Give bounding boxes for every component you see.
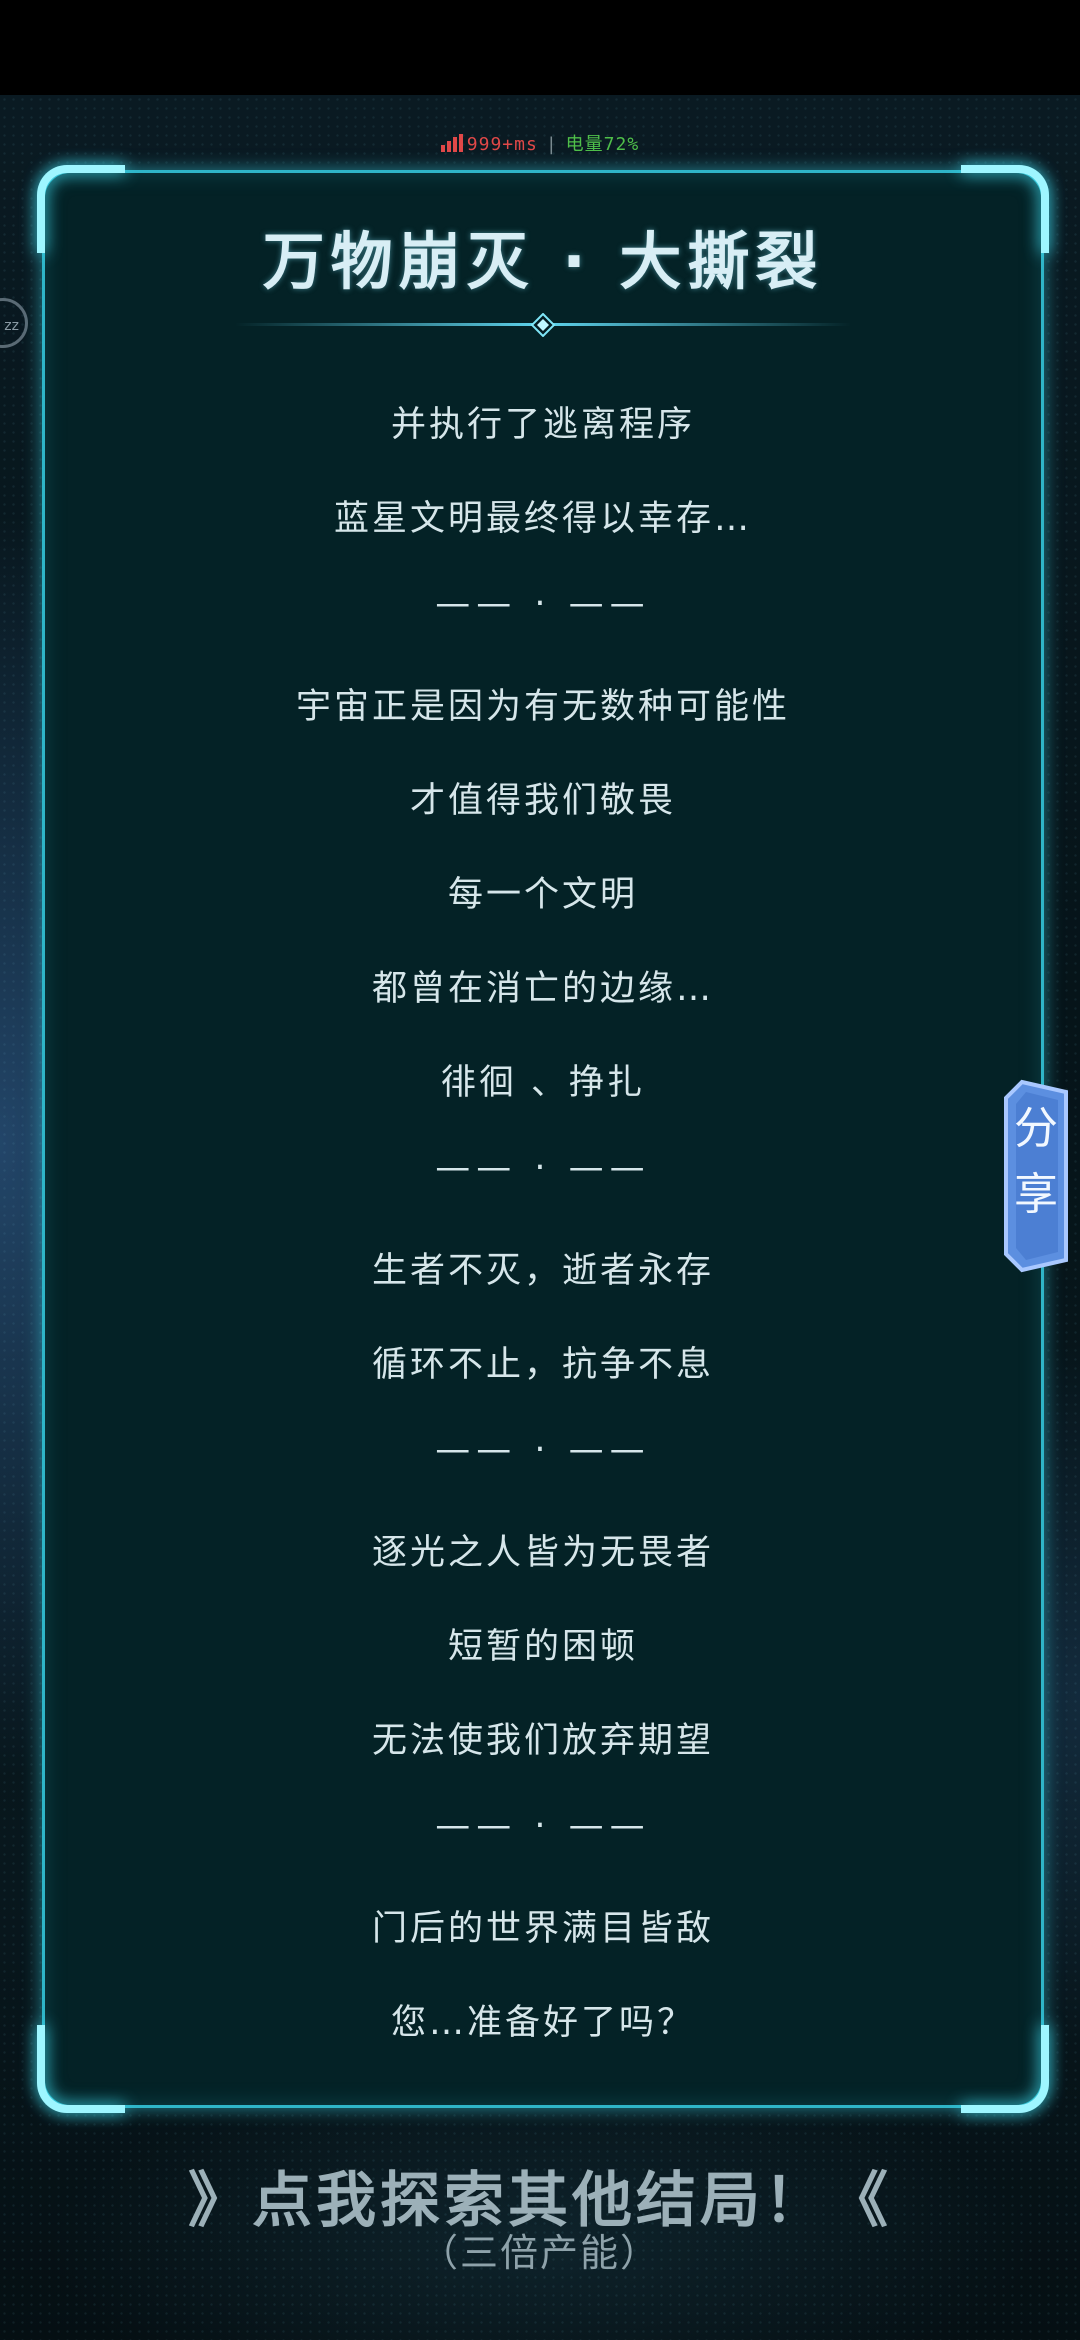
battery-value: 电量72%: [565, 134, 640, 155]
ending-line: 徘徊 、挣扎: [440, 1063, 646, 1103]
ending-line: 才值得我们敬畏: [409, 781, 676, 821]
ending-line: 短暂的困顿: [447, 1627, 638, 1667]
share-label-char: 分: [1014, 1103, 1058, 1154]
ending-line: 逐光之人皆为无畏者: [371, 1533, 714, 1573]
signal-icon: [440, 134, 463, 152]
ending-line: 无法使我们放弃期望: [371, 1721, 714, 1761]
ping-value: 999+ms: [466, 134, 538, 155]
ending-line: 您…准备好了吗？: [390, 2003, 695, 2043]
ending-divider: —— · ——: [435, 1430, 651, 1470]
ending-divider: —— · ——: [435, 1806, 651, 1846]
floating-assist-label: zz: [4, 318, 19, 334]
ending-line: 并执行了逃离程序: [390, 405, 695, 445]
share-label: 分 享: [1000, 1096, 1072, 1228]
ending-line: 门后的世界满目皆敌: [371, 1909, 714, 1949]
ending-divider: —— · ——: [435, 1148, 651, 1188]
share-button[interactable]: 分 享: [1000, 1078, 1072, 1274]
status-separator: |: [545, 134, 558, 155]
ending-line: 蓝星文明最终得以幸存…: [333, 499, 752, 539]
ending-text-block: 并执行了逃离程序 蓝星文明最终得以幸存… —— · —— 宇宙正是因为有无数种可…: [45, 173, 1041, 2105]
explore-subtitle: （三倍产能）: [419, 2231, 660, 2275]
game-screen: 999+ms | 电量72% zz 万物崩灭 · 大撕裂 并执行了逃离程序 蓝星文明…: [0, 0, 1080, 2340]
share-label-char: 享: [1014, 1169, 1058, 1220]
top-black-bar: [0, 0, 1080, 95]
ending-line: 生者不灭，逝者永存: [371, 1251, 714, 1291]
ending-line: 宇宙正是因为有无数种可能性: [295, 687, 790, 727]
ending-line: 都曾在消亡的边缘…: [371, 969, 714, 1009]
ending-panel: 万物崩灭 · 大撕裂 并执行了逃离程序 蓝星文明最终得以幸存… —— · —— …: [37, 165, 1049, 2113]
network-battery-status: 999+ms | 电量72%: [0, 130, 1080, 160]
ending-divider: —— · ——: [435, 584, 651, 624]
ending-line: 循环不止，抗争不息: [371, 1345, 714, 1385]
ending-line: 每一个文明: [447, 875, 638, 915]
